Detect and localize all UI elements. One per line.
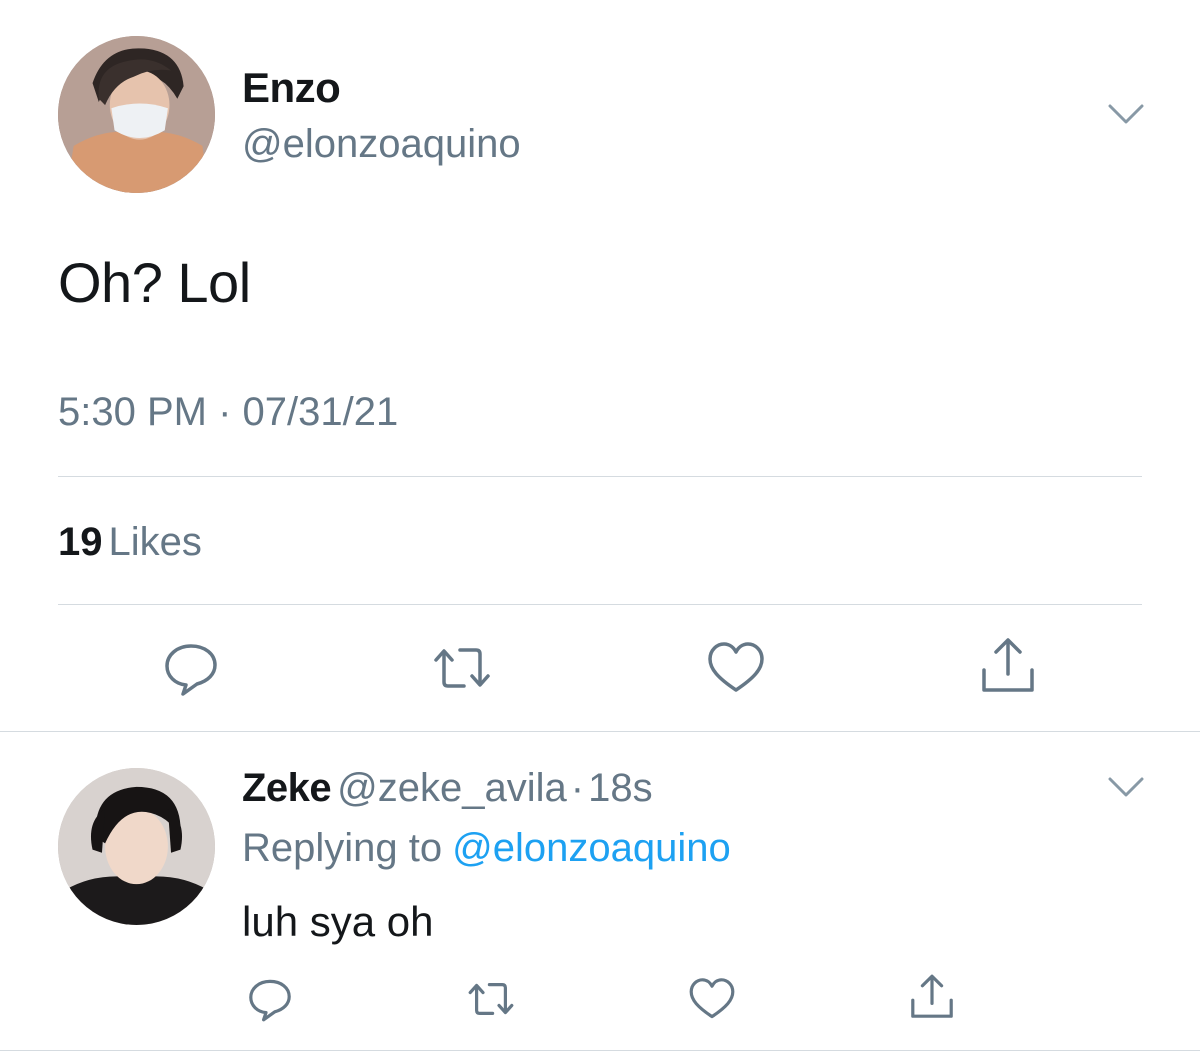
divider — [0, 731, 1200, 732]
main-tweet-avatar[interactable] — [58, 36, 215, 193]
replying-to-handle-link[interactable]: @elonzoaquino — [452, 826, 731, 870]
retweet-icon[interactable] — [467, 975, 515, 1023]
avatar-photo — [58, 36, 215, 193]
reply-author-name[interactable]: Zeke — [242, 766, 332, 810]
tweet-timestamp: 5:30 PM · 07/31/21 — [58, 390, 399, 434]
replying-to-label: Replying to — [242, 826, 443, 870]
share-icon[interactable] — [908, 973, 956, 1021]
reply-icon[interactable] — [161, 638, 221, 698]
tweet-text: Oh? Lol — [58, 251, 251, 314]
reply-text: luh sya oh — [242, 898, 434, 945]
reply-author-handle[interactable]: @zeke_avila — [337, 766, 567, 810]
author-handle[interactable]: @elonzoaquino — [242, 122, 521, 167]
author-name[interactable]: Enzo — [242, 64, 341, 112]
divider — [0, 1050, 1200, 1051]
reply-icon[interactable] — [246, 975, 294, 1023]
separator-dot: · — [570, 766, 585, 810]
chevron-down-icon[interactable] — [1106, 102, 1146, 126]
reply-relative-time: 18s — [588, 766, 653, 810]
like-icon[interactable] — [688, 975, 736, 1023]
retweet-icon[interactable] — [432, 638, 492, 698]
chevron-down-icon[interactable] — [1106, 775, 1146, 799]
avatar-photo — [58, 768, 215, 925]
divider — [58, 604, 1142, 605]
likes-row[interactable]: 19 Likes — [58, 520, 202, 565]
likes-label: Likes — [108, 520, 202, 564]
likes-count: 19 — [58, 520, 103, 564]
like-icon[interactable] — [706, 638, 766, 698]
divider — [58, 476, 1142, 477]
reply-header: Zeke @zeke_avila · 18s — [242, 766, 653, 811]
replying-to-line: Replying to @elonzoaquino — [242, 826, 731, 871]
reply-tweet-avatar[interactable] — [58, 768, 215, 925]
share-icon[interactable] — [978, 636, 1038, 696]
